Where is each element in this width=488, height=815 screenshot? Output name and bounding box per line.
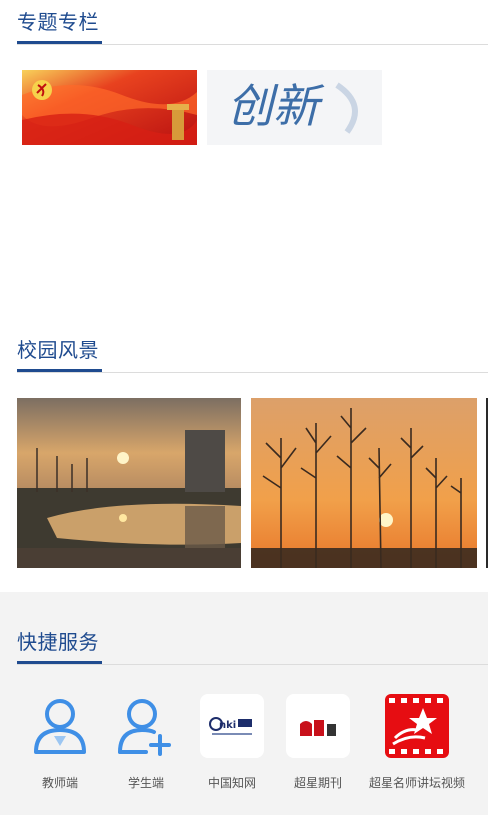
innovation-banner-text: 创新	[227, 79, 325, 133]
topics-title-underline	[17, 41, 102, 44]
campus-divider	[17, 372, 488, 373]
campus-photo-sunset-image	[251, 398, 477, 568]
service-cnki[interactable]: nki 中国知网	[189, 694, 275, 791]
teacher-user-icon	[28, 694, 92, 758]
party-banner-image	[22, 70, 197, 145]
service-student[interactable]: 学生端	[103, 694, 189, 791]
chaoxing-journal-logo-icon	[286, 694, 350, 758]
student-add-user-icon	[114, 694, 178, 758]
innovation-banner-image: 创新	[207, 70, 382, 145]
campus-section-title: 校园风景	[17, 338, 99, 362]
chaoxing-video-logo-icon	[385, 694, 449, 758]
service-teacher-label: 教师端	[41, 776, 78, 790]
party-banner[interactable]	[22, 70, 197, 145]
services-divider	[17, 664, 488, 665]
campus-photo-sunset-trees[interactable]	[251, 398, 477, 568]
campus-title-underline	[17, 369, 102, 372]
service-cnki-label: 中国知网	[207, 776, 256, 790]
service-teacher[interactable]: 教师端	[17, 694, 103, 791]
service-student-label: 学生端	[127, 776, 164, 790]
service-chaoxing-video-label: 超星名师讲坛视频	[368, 776, 465, 790]
campus-photo-lake[interactable]	[17, 398, 241, 568]
cnki-logo-icon: nki	[200, 694, 264, 758]
svg-text:nki: nki	[219, 720, 236, 731]
campus-photo-lake-image	[17, 398, 241, 568]
service-chaoxing-journal-label: 超星期刊	[293, 776, 342, 790]
services-title-underline	[17, 661, 102, 664]
innovation-banner[interactable]: 创新	[207, 70, 382, 145]
service-chaoxing-video[interactable]: 超星名师讲坛视频	[360, 694, 474, 791]
service-chaoxing-journal[interactable]: 超星期刊	[275, 694, 361, 791]
topics-divider	[17, 44, 488, 45]
topics-section-title: 专题专栏	[17, 10, 99, 34]
services-section-title: 快捷服务	[17, 630, 99, 654]
